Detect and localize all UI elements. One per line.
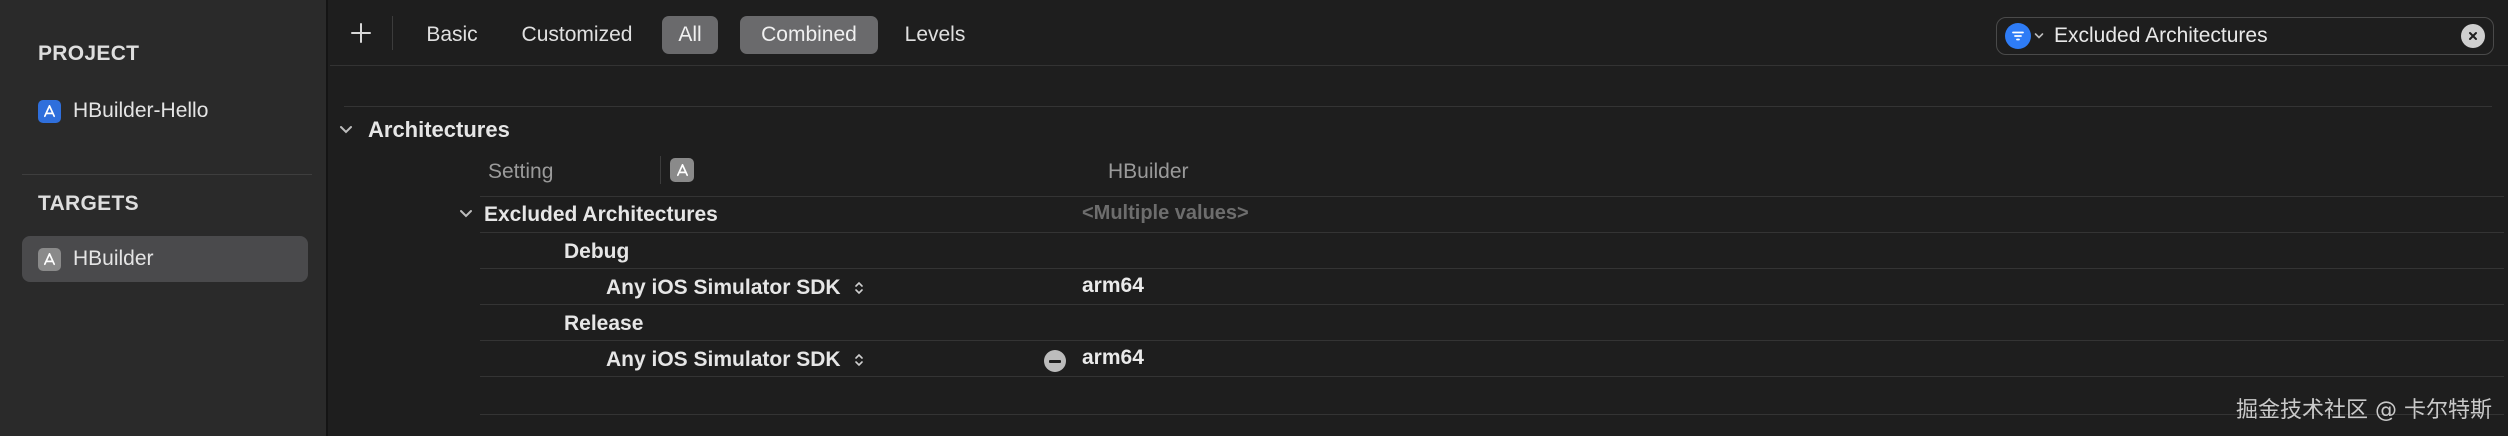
segment-all[interactable]: All: [662, 16, 718, 54]
sidebar-item-target-label: HBuilder: [73, 247, 154, 270]
column-divider: [660, 156, 661, 184]
row-divider: [480, 268, 2504, 269]
chevron-down-icon[interactable]: [458, 208, 474, 220]
segment-basic[interactable]: Basic: [406, 16, 498, 54]
sdk-condition-label: Any iOS Simulator SDK: [606, 348, 841, 371]
up-down-icon[interactable]: [854, 280, 864, 296]
chevron-down-icon[interactable]: [2034, 32, 2044, 40]
search-field[interactable]: [1996, 17, 2494, 55]
plus-icon: [351, 23, 371, 43]
setting-excluded-architectures-value[interactable]: <Multiple values>: [1082, 202, 1249, 225]
toolbar-divider: [392, 16, 393, 50]
segment-levels[interactable]: Levels: [888, 16, 982, 54]
sdk-condition-release[interactable]: Any iOS Simulator SDK: [606, 348, 864, 372]
project-section-title: PROJECT: [38, 42, 140, 65]
config-release[interactable]: Release: [564, 312, 643, 336]
sidebar-item-project[interactable]: HBuilder-Hello: [22, 88, 308, 134]
segment-combined[interactable]: Combined: [740, 16, 878, 54]
watermark-text: 掘金技术社区 @ 卡尔特斯: [2236, 398, 2492, 423]
row-divider: [480, 196, 2504, 197]
sidebar: PROJECT HBuilder-Hello TARGETS HBuilder: [0, 0, 328, 436]
segment-customized[interactable]: Customized: [502, 16, 652, 54]
targets-section-title: TARGETS: [38, 192, 139, 215]
search-input[interactable]: [2054, 24, 2461, 48]
settings-editor: Basic Customized All Combined Levels Exc…: [330, 0, 2508, 436]
setting-excluded-architectures[interactable]: Excluded Architectures: [484, 203, 718, 227]
sidebar-item-project-label: HBuilder-Hello: [73, 99, 209, 122]
sidebar-divider: [22, 174, 312, 175]
row-divider: [480, 340, 2504, 341]
column-header-target: HBuilder: [1108, 160, 1189, 183]
divider-line: [344, 106, 2492, 107]
settings-content: Architectures Setting HBuilder Excluded …: [330, 66, 2508, 436]
config-debug[interactable]: Debug: [564, 240, 629, 264]
sdk-condition-debug[interactable]: Any iOS Simulator SDK: [606, 276, 864, 300]
target-app-icon: [670, 158, 694, 182]
sidebar-item-target[interactable]: HBuilder: [22, 236, 308, 282]
row-divider: [480, 414, 2504, 415]
up-down-icon[interactable]: [854, 352, 864, 368]
target-app-icon: [38, 247, 61, 271]
row-divider: [480, 376, 2504, 377]
build-settings-window: PROJECT HBuilder-Hello TARGETS HBuilder …: [0, 0, 2508, 436]
row-divider: [480, 304, 2504, 305]
group-title-architectures[interactable]: Architectures: [368, 117, 510, 143]
sdk-condition-label: Any iOS Simulator SDK: [606, 276, 841, 299]
clear-icon[interactable]: [2461, 24, 2485, 48]
settings-toolbar: Basic Customized All Combined Levels: [330, 0, 2508, 66]
release-value[interactable]: arm64: [1082, 346, 1144, 370]
filter-icon[interactable]: [2005, 23, 2031, 49]
chevron-down-icon[interactable]: [338, 124, 354, 136]
debug-value[interactable]: arm64: [1082, 274, 1144, 298]
column-header-setting: Setting: [488, 160, 554, 183]
row-divider: [480, 232, 2504, 233]
project-app-icon: [38, 99, 61, 123]
add-setting-button[interactable]: [344, 16, 378, 50]
remove-icon[interactable]: [1044, 350, 1066, 372]
